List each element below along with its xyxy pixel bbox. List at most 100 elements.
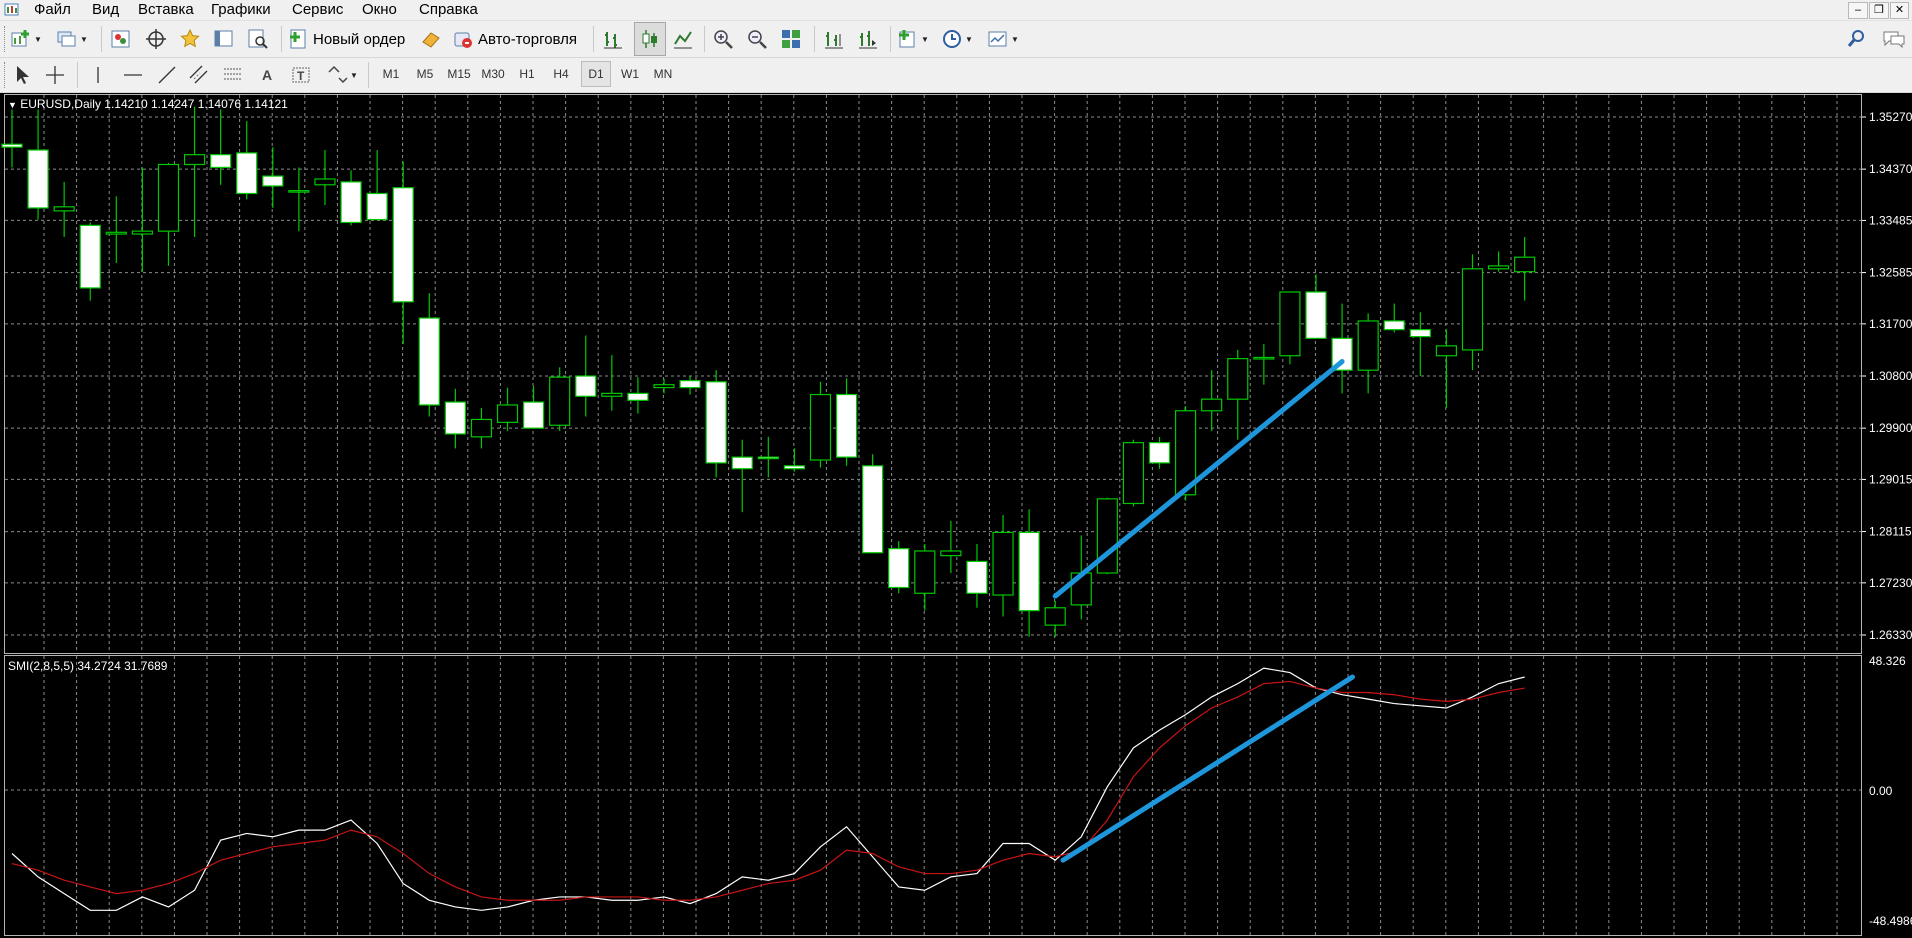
menu-help[interactable]: Справка (419, 0, 478, 20)
autoscroll-button[interactable] (857, 24, 879, 54)
candle-body-bull (288, 189, 310, 193)
candle-body-bull (105, 231, 127, 235)
search-button[interactable] (1846, 24, 1868, 54)
candle-body-bull (1514, 256, 1536, 273)
candle (1253, 344, 1275, 385)
candle-body-bear (210, 154, 232, 169)
templates-icon (988, 31, 1007, 47)
candle (496, 387, 519, 432)
cursor-button[interactable] (12, 60, 32, 90)
text-button[interactable]: A (258, 60, 278, 90)
candle-body-bull (157, 163, 180, 232)
autotrading-button[interactable]: Авто-торговля (452, 24, 577, 54)
market-watch-button[interactable] (110, 24, 132, 54)
candle (757, 436, 779, 478)
timeframe-h4[interactable]: H4 (547, 61, 575, 87)
fibonacci-button[interactable] (222, 60, 244, 90)
indicator-panel-frame (4, 655, 1862, 936)
search-icon (1847, 30, 1864, 47)
menu-charts[interactable]: Графики (211, 0, 271, 20)
candle (79, 222, 101, 301)
candle (575, 335, 597, 417)
timeframe-m5[interactable]: M5 (411, 61, 439, 87)
candle-body-bull (1227, 358, 1249, 400)
bar-chart-button[interactable] (602, 24, 624, 54)
toolbar-grip[interactable] (4, 62, 8, 88)
timeframe-m1[interactable]: M1 (377, 61, 405, 87)
candle (444, 388, 466, 449)
menu-service[interactable]: Сервис (292, 0, 343, 20)
text-label-button[interactable]: T (290, 60, 312, 90)
candle (1122, 439, 1145, 507)
profiles-icon (57, 31, 76, 47)
trendline-icon (158, 66, 176, 84)
timeframe-d1[interactable]: D1 (581, 61, 611, 87)
candle-body-bear (27, 149, 49, 209)
chart-shift-button[interactable] (823, 24, 845, 54)
metaeditor-button[interactable] (420, 24, 442, 54)
new-order-button[interactable]: Новый ордер (287, 24, 405, 54)
smi-main-line (11, 667, 1525, 911)
arrows-button[interactable]: ▼ (326, 60, 358, 90)
candle-body-bear (1, 143, 23, 148)
templates-button[interactable]: ▼ (987, 24, 1019, 54)
autoscroll-icon (859, 31, 877, 49)
indicator-values: 34.2724 31.7689 (77, 659, 168, 673)
profiles-button[interactable]: ▼ (56, 24, 88, 54)
trendline-button[interactable] (156, 60, 178, 90)
candle-body-bear (1409, 329, 1431, 338)
fibonacci-icon (224, 68, 242, 80)
horizontal-line-button[interactable] (122, 60, 144, 90)
candle (549, 367, 571, 432)
price-tick-label: 1.34370 (1869, 162, 1912, 176)
timeframe-w1[interactable]: W1 (616, 61, 644, 87)
candle (783, 448, 806, 472)
strategy-tester-button[interactable] (247, 24, 269, 54)
terminal-icon (214, 30, 233, 47)
favorites-button[interactable] (179, 24, 201, 54)
new-chart-button[interactable]: ▼ (10, 24, 42, 54)
candlestick-chart-button[interactable] (634, 22, 666, 56)
candle (1279, 291, 1301, 365)
timeframe-h1[interactable]: H1 (513, 61, 541, 87)
chart-shift-icon (825, 32, 843, 49)
minimize-button[interactable]: – (1848, 2, 1868, 19)
chart-canvas[interactable]: 1.35270 1.34370 1.33485 1.32585 1.31700 1.308… (0, 93, 1912, 938)
drawing-toolbar: A T ▼ M1 M5 M15 M30 H1 H4 D1 W1 MN (0, 58, 1912, 93)
timeframe-m30[interactable]: M30 (479, 61, 507, 87)
chat-button[interactable] (1882, 24, 1906, 54)
candle (601, 355, 623, 411)
chart-window[interactable]: 1.35270 1.34370 1.33485 1.32585 1.31700 1.308… (0, 93, 1912, 938)
vertical-line-button[interactable] (88, 60, 108, 90)
zoom-out-button[interactable] (746, 24, 768, 54)
restore-button[interactable]: ❐ (1869, 2, 1889, 19)
menu-file[interactable]: Файл (34, 0, 71, 20)
zoom-in-button[interactable] (712, 24, 734, 54)
price-trendline[interactable] (1052, 359, 1345, 599)
timeframe-mn[interactable]: MN (649, 61, 677, 87)
menu-window[interactable]: Окно (362, 0, 397, 20)
candle (1201, 370, 1223, 432)
indicators-button[interactable]: ▼ (897, 24, 929, 54)
candle-body-bear (1148, 442, 1171, 464)
candle (1357, 313, 1379, 394)
collapse-arrow-icon[interactable]: ▼ (8, 100, 17, 110)
timeframe-m15[interactable]: M15 (445, 61, 473, 87)
menu-bar: Файл Вид Вставка Графики Сервис Окно Спр… (0, 0, 1912, 21)
menu-view[interactable]: Вид (92, 0, 119, 20)
indicator-trendline[interactable] (1060, 674, 1356, 863)
periods-button[interactable]: ▼ (941, 24, 973, 54)
close-button[interactable]: ✕ (1890, 2, 1909, 19)
crosshair-button[interactable] (44, 60, 66, 90)
terminal-button[interactable] (213, 24, 235, 54)
navigator-button[interactable] (145, 24, 167, 54)
equidistant-channel-button[interactable] (188, 60, 210, 90)
tile-windows-button[interactable] (780, 24, 802, 54)
candle-body-bear (236, 152, 258, 195)
menu-insert[interactable]: Вставка (138, 0, 194, 20)
toolbar-grip[interactable] (4, 26, 8, 52)
candle-body-bear (575, 375, 597, 397)
line-chart-button[interactable] (672, 24, 694, 54)
candle-body-bear (392, 187, 414, 303)
candle (731, 439, 753, 513)
